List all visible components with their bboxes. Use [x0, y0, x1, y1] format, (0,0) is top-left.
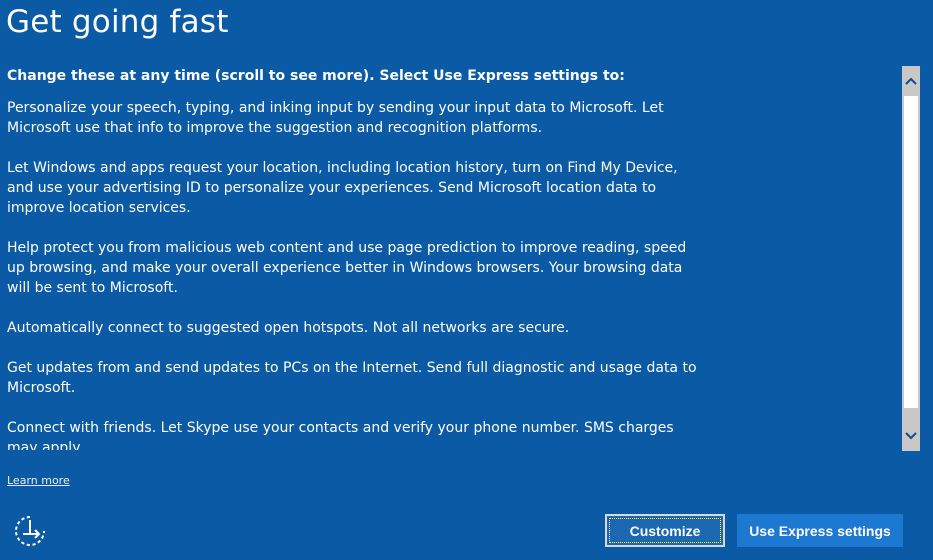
use-express-settings-button[interactable]: Use Express settings [737, 514, 903, 547]
settings-scroll-area[interactable]: Change these at any time (scroll to see … [0, 66, 902, 450]
page-title: Get going fast [6, 4, 229, 40]
scroll-thumb[interactable] [904, 96, 918, 408]
scroll-up-button[interactable] [902, 66, 920, 96]
setting-paragraph-speech: Personalize your speech, typing, and ink… [7, 100, 664, 136]
setting-paragraph-skype: Connect with friends. Let Skype use your… [7, 420, 674, 450]
chevron-up-icon [905, 77, 917, 85]
setting-paragraph-location: Let Windows and apps request your locati… [7, 160, 678, 216]
vertical-scrollbar[interactable] [902, 66, 920, 451]
intro-text: Change these at any time (scroll to see … [7, 68, 625, 84]
scroll-down-button[interactable] [902, 421, 920, 451]
learn-more-link[interactable]: Learn more [7, 474, 70, 487]
setting-paragraph-updates: Get updates from and send updates to PCs… [7, 360, 697, 396]
settings-content: Change these at any time (scroll to see … [7, 66, 697, 450]
chevron-down-icon [905, 432, 917, 440]
customize-button[interactable]: Customize [605, 514, 725, 547]
setting-paragraph-hotspots: Automatically connect to suggested open … [7, 320, 570, 336]
ease-of-access-button[interactable] [12, 513, 48, 549]
setting-paragraph-browser: Help protect you from malicious web cont… [7, 240, 687, 296]
ease-of-access-icon [15, 516, 45, 546]
